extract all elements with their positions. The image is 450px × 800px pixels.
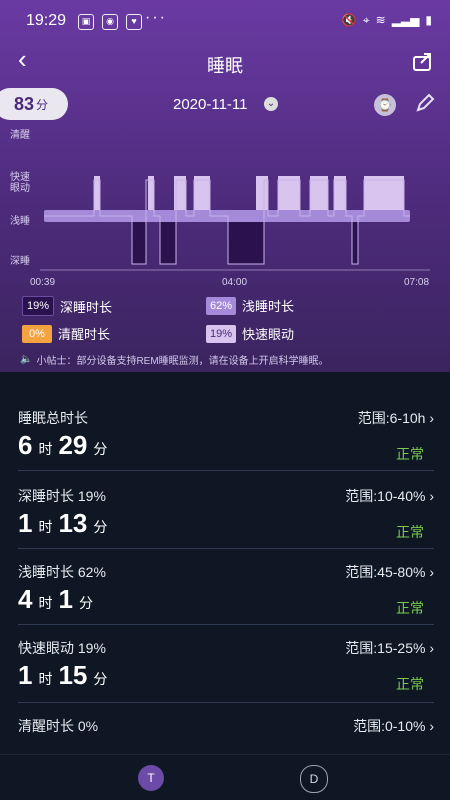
pencil-icon bbox=[416, 93, 435, 112]
metric-range: 范围:6-10h › bbox=[357, 410, 434, 426]
sleep-tip: 🔈 小帖士：部分设备支持REM睡眠监测，请在设备上开启科学睡眠。 bbox=[20, 352, 329, 367]
chevron-right-icon: › bbox=[425, 564, 434, 580]
app-icon: ◉ bbox=[102, 14, 118, 30]
edit-button[interactable] bbox=[414, 92, 436, 114]
legend-light-percent: 62% bbox=[206, 296, 236, 315]
legend-deep-label: 深睡时长 bbox=[60, 299, 113, 315]
chevron-right-icon: › bbox=[425, 410, 434, 426]
chevron-right-icon: › bbox=[425, 488, 434, 504]
app-bar: ‹ 睡眠 bbox=[0, 40, 450, 86]
sleep-metrics-list: 睡眠总时长 范围:6-10h › 6时 29 分 正常 深睡时长 19% 范围:1… bbox=[0, 372, 450, 754]
sleep-header-area: 19:29 ▣ ◉ ♥ ··· 🔇 ⌖ ≋ ▂▃▅ ▮ ‹ 睡眠 83 分 20… bbox=[0, 0, 450, 372]
legend-light: 62% 浅睡时长 bbox=[206, 296, 294, 315]
metric-value: 4时 1分 bbox=[18, 584, 93, 614]
battery-icon: ▮ bbox=[425, 13, 432, 27]
nav-button-d[interactable]: D bbox=[300, 765, 328, 793]
legend-awake-percent: 0% bbox=[22, 324, 52, 343]
wifi-icon: ≋ bbox=[375, 13, 386, 27]
legend-light-label: 浅睡时长 bbox=[242, 299, 295, 314]
page-title: 睡眠 bbox=[207, 56, 243, 76]
metric-range: 范围:0-10% › bbox=[353, 718, 434, 734]
legend-rem-percent: 19% bbox=[206, 324, 236, 343]
legend-rem: 19% 快速眼动 bbox=[206, 324, 294, 343]
metric-label: 深睡时长 19% bbox=[18, 488, 106, 504]
sleep-score-value: 83 bbox=[13, 93, 34, 114]
sleep-tip-text: 小帖士：部分设备支持REM睡眠监测，请在设备上开启科学睡眠。 bbox=[36, 356, 329, 367]
legend-rem-label: 快速眼动 bbox=[242, 327, 295, 342]
mute-icon: 🔇 bbox=[341, 13, 357, 27]
date-selector[interactable]: 2020-11-11 bbox=[173, 96, 248, 113]
location-icon: ⌖ bbox=[362, 13, 370, 27]
legend-deep-percent: 19% bbox=[22, 296, 54, 316]
gallery-icon: ▣ bbox=[78, 14, 94, 30]
sleep-stage-chart: 清醒 快速 眼动 浅睡 深睡 00:39 04:00 07:08 bbox=[0, 124, 450, 292]
metric-value: 1时 15 分 bbox=[18, 660, 108, 690]
chevron-right-icon: › bbox=[425, 640, 434, 656]
speaker-icon: 🔈 bbox=[20, 354, 33, 365]
status-bar: 19:29 ▣ ◉ ♥ ··· 🔇 ⌖ ≋ ▂▃▅ ▮ bbox=[0, 0, 450, 42]
legend-deep: 19% 深睡时长 bbox=[22, 296, 112, 316]
metric-value: 1时 13 分 bbox=[18, 508, 108, 538]
metric-label: 快速眼动 19% bbox=[18, 640, 106, 656]
x-label-mid: 04:00 bbox=[222, 277, 248, 288]
chevron-down-icon[interactable]: ⌄ bbox=[264, 97, 278, 111]
sleep-score-unit: 分 bbox=[36, 97, 49, 112]
divider bbox=[18, 702, 434, 703]
signal-icon: ▂▃▅ bbox=[391, 13, 420, 27]
bottom-nav: T D bbox=[0, 754, 450, 800]
metric-range: 范围:15-25% › bbox=[345, 640, 434, 656]
share-button[interactable] bbox=[412, 50, 434, 72]
legend-awake: 0% 清醒时长 bbox=[22, 324, 110, 343]
x-label-start: 00:39 bbox=[30, 277, 56, 288]
status-left-icons: ▣ ◉ ♥ bbox=[78, 14, 142, 30]
more-status-icon: ··· bbox=[145, 9, 167, 26]
x-label-end: 07:08 bbox=[404, 277, 430, 288]
metric-label: 清醒时长 0% bbox=[18, 718, 99, 734]
divider bbox=[18, 548, 434, 549]
metric-status: 正常 bbox=[396, 446, 424, 462]
legend-awake-label: 清醒时长 bbox=[58, 327, 111, 342]
status-right-icons: 🔇 ⌖ ≋ ▂▃▅ ▮ bbox=[342, 13, 432, 28]
metric-status: 正常 bbox=[396, 600, 424, 616]
metric-label: 睡眠总时长 bbox=[18, 410, 88, 426]
chevron-right-icon: › bbox=[425, 718, 434, 734]
metric-value: 6时 29 分 bbox=[18, 430, 108, 460]
sleep-stage-plot bbox=[40, 176, 430, 271]
metric-range: 范围:10-40% › bbox=[345, 488, 434, 504]
watch-icon[interactable]: ⌚ bbox=[374, 94, 396, 116]
divider bbox=[18, 470, 434, 471]
sleep-score-badge: 83 分 bbox=[0, 88, 68, 120]
metric-range: 范围:45-80% › bbox=[345, 564, 434, 580]
sleep-screen: 19:29 ▣ ◉ ♥ ··· 🔇 ⌖ ≋ ▂▃▅ ▮ ‹ 睡眠 83 分 20… bbox=[0, 0, 450, 800]
status-time: 19:29 bbox=[26, 12, 67, 29]
nav-button-t[interactable]: T bbox=[138, 765, 164, 791]
heart-icon: ♥ bbox=[126, 14, 142, 30]
metric-label: 浅睡时长 62% bbox=[18, 564, 106, 580]
metric-status: 正常 bbox=[396, 524, 424, 540]
metric-status: 正常 bbox=[396, 676, 424, 692]
divider bbox=[18, 624, 434, 625]
share-icon bbox=[413, 53, 431, 71]
